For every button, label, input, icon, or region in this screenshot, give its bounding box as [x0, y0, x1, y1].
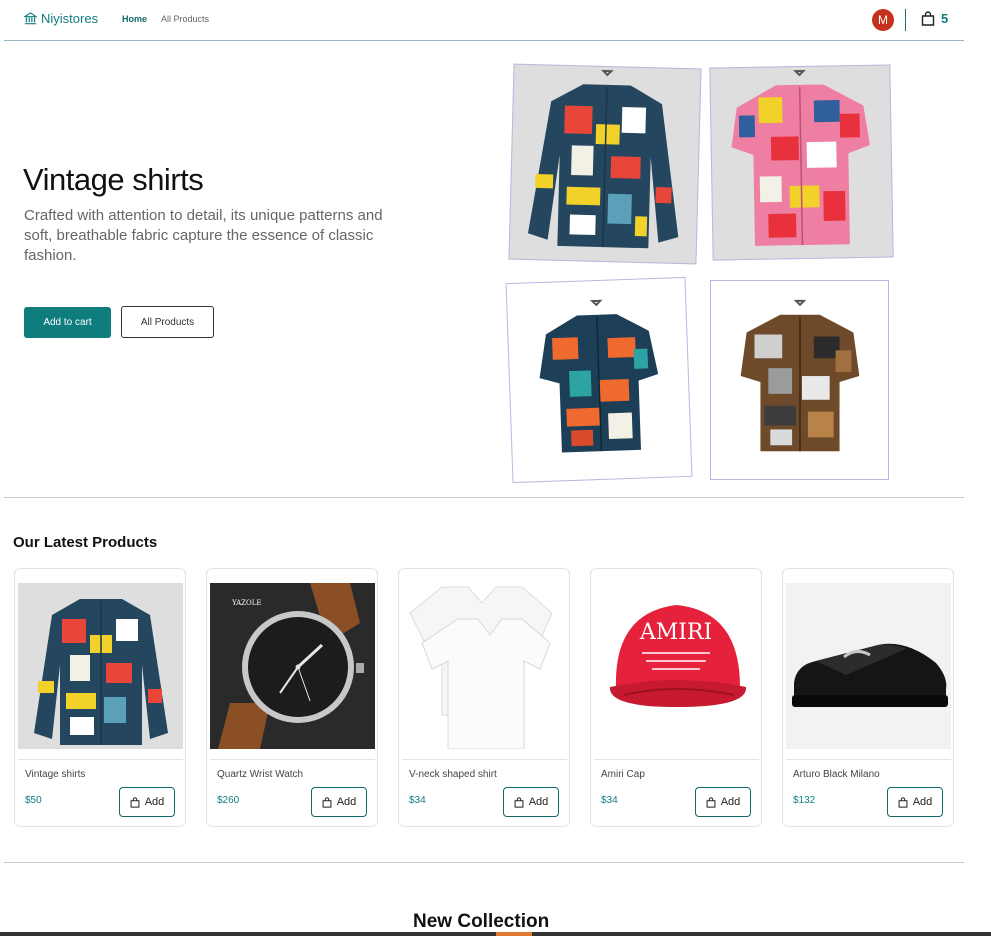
- product-price: $132: [793, 795, 816, 806]
- shopping-bag-icon: [921, 11, 935, 26]
- all-products-button[interactable]: All Products: [121, 306, 214, 338]
- product-price: $260: [217, 795, 240, 806]
- cap-image: AMIRI: [594, 583, 759, 749]
- section-divider: [4, 497, 964, 498]
- product-card[interactable]: AMIRI Amiri Cap $34 Add: [590, 568, 762, 827]
- product-image: [402, 583, 567, 749]
- vneck-shirt-image: [402, 583, 567, 749]
- top-navbar: Niyistores Home All Products M 5: [0, 0, 991, 41]
- add-label: Add: [720, 796, 741, 808]
- product-card[interactable]: Arturo Black Milano $132 Add: [782, 568, 954, 827]
- cap-brand-logo: AMIRI: [639, 620, 712, 645]
- user-avatar[interactable]: M: [872, 9, 894, 31]
- nav-links: Home All Products: [122, 14, 209, 24]
- shopping-bag-icon: [706, 796, 716, 808]
- add-button[interactable]: Add: [119, 787, 175, 817]
- product-name: Vintage shirts: [25, 769, 86, 780]
- brand-name: Niyistores: [41, 11, 99, 26]
- hero-image-orange-shirt[interactable]: [505, 276, 693, 484]
- product-card[interactable]: Vintage shirts $50 Add: [14, 568, 186, 827]
- add-label: Add: [912, 796, 933, 808]
- longsleeve-shirt-image: [18, 583, 183, 749]
- product-card[interactable]: V-neck shaped shirt $34 Add: [398, 568, 570, 827]
- product-image: [18, 583, 183, 749]
- hero-image-pink-shirt[interactable]: [709, 64, 894, 261]
- add-label: Add: [144, 796, 165, 808]
- hero-description: Crafted with attention to detail, its un…: [24, 207, 383, 264]
- cart-button[interactable]: 5: [921, 11, 948, 26]
- hero-image-plaid-shirt[interactable]: [710, 280, 889, 480]
- add-button[interactable]: Add: [887, 787, 943, 817]
- card-divider: [594, 759, 759, 760]
- card-divider: [402, 759, 567, 760]
- cart-count: 5: [941, 11, 949, 26]
- product-card[interactable]: YAZOLE Quartz Wrist Watch $260 Add: [206, 568, 378, 827]
- product-name: Arturo Black Milano: [793, 769, 880, 780]
- card-divider: [210, 759, 375, 760]
- header-divider: [4, 40, 964, 41]
- product-name: Amiri Cap: [601, 769, 645, 780]
- product-image: YAZOLE: [210, 583, 375, 749]
- card-divider: [18, 759, 183, 760]
- store-icon: [24, 12, 37, 25]
- card-divider: [786, 759, 951, 760]
- product-image: [786, 583, 951, 749]
- brand-logo[interactable]: Niyistores: [24, 11, 98, 26]
- watch-brand-logo: YAZOLE: [231, 599, 262, 607]
- nav-link-all-products[interactable]: All Products: [161, 14, 209, 24]
- new-collection-title: New Collection: [413, 911, 550, 932]
- shirt-image: [740, 299, 860, 452]
- product-image: AMIRI: [594, 583, 759, 749]
- shirt-image: [731, 69, 870, 246]
- product-name: V-neck shaped shirt: [409, 769, 497, 780]
- add-to-cart-button[interactable]: Add to cart: [24, 307, 111, 338]
- hero-image-longsleeve-shirt[interactable]: [508, 63, 702, 265]
- add-button[interactable]: Add: [695, 787, 751, 817]
- product-price: $34: [409, 795, 426, 806]
- section-divider: [4, 862, 964, 863]
- latest-products-title: Our Latest Products: [13, 534, 158, 551]
- nav-divider: [905, 9, 906, 31]
- nav-link-home[interactable]: Home: [122, 14, 147, 24]
- product-price: $50: [25, 795, 42, 806]
- product-name: Quartz Wrist Watch: [217, 769, 304, 780]
- shirt-image: [539, 299, 659, 453]
- bottom-bar: [0, 932, 991, 936]
- add-button[interactable]: Add: [311, 787, 367, 817]
- add-button[interactable]: Add: [503, 787, 559, 817]
- bottom-bar-accent: [496, 932, 532, 936]
- shopping-bag-icon: [322, 796, 332, 808]
- shopping-bag-icon: [898, 796, 908, 808]
- shopping-bag-icon: [130, 796, 140, 808]
- product-price: $34: [601, 795, 618, 806]
- shirt-image: [527, 69, 679, 249]
- add-label: Add: [336, 796, 357, 808]
- shopping-bag-icon: [514, 796, 524, 808]
- wrist-watch-image: YAZOLE: [210, 583, 375, 749]
- hero-title: Vintage shirts: [23, 162, 204, 197]
- loafer-shoe-image: [786, 583, 951, 749]
- add-label: Add: [528, 796, 549, 808]
